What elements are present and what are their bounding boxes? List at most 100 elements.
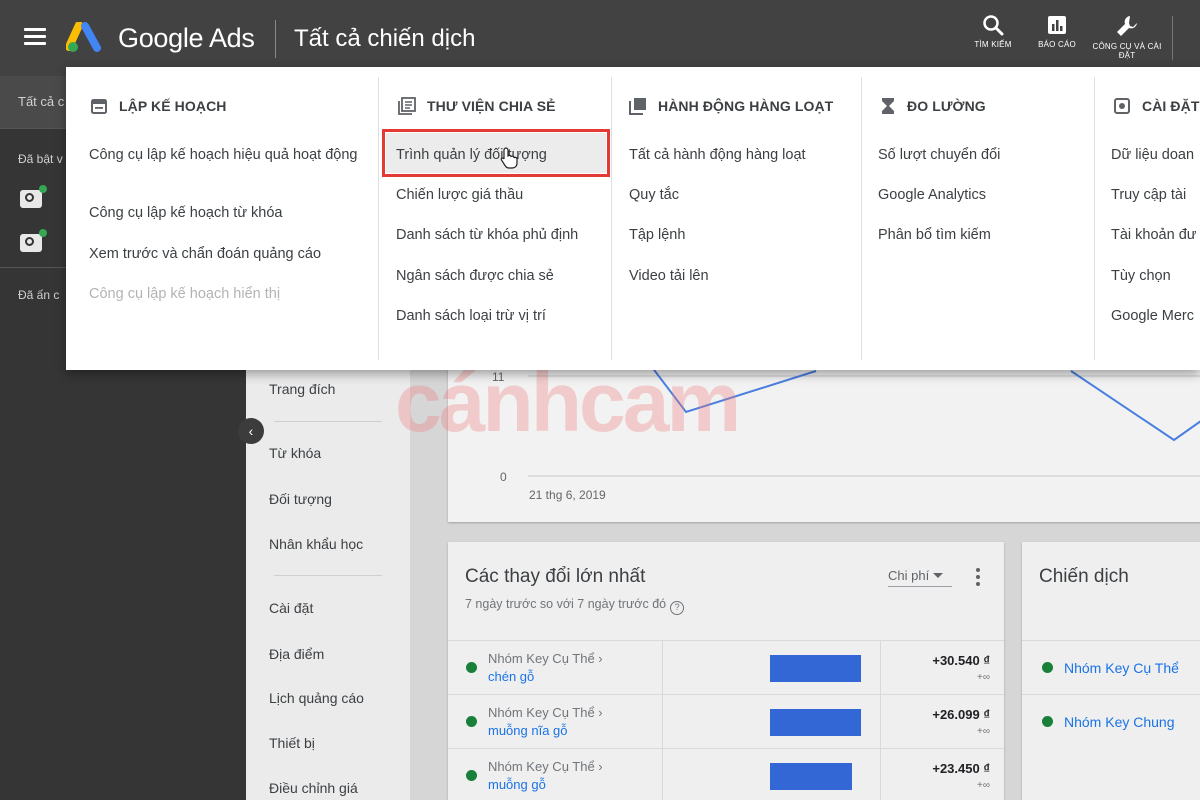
menu-item-rules[interactable]: Quy tắc [629, 186, 679, 204]
menu-item-display-planner: Công cụ lập kế hoạch hiển thị [89, 286, 281, 302]
column-divider [861, 77, 862, 360]
biggest-changes-card: Các thay đổi lớn nhất 7 ngày trước so vớ… [448, 542, 1004, 800]
search-button[interactable]: TÌM KIẾM [958, 14, 1028, 49]
campaign-row-name[interactable]: Nhóm Key Cụ Thể [1064, 660, 1179, 676]
page-nav-settings[interactable]: Cài đặt [269, 600, 313, 616]
page-nav-devices[interactable]: Thiết bị [269, 735, 315, 751]
campaign-row[interactable]: Nhóm Key Chung [1022, 694, 1200, 748]
shared-library-heading: THƯ VIỆN CHIA SẺ [398, 97, 556, 115]
y-tick-bottom: 0 [500, 470, 507, 484]
setup-heading-text: CÀI ĐẶT [1142, 98, 1200, 114]
chart-series-line [1070, 370, 1200, 442]
change-row[interactable]: Nhóm Key Cụ Thể › muỗng nĩa gỗ +26.099 ₫… [448, 694, 1004, 749]
menu-item-ad-preview[interactable]: Xem trước và chẩn đoán quảng cáo [89, 245, 321, 263]
menu-item-keyword-planner[interactable]: Công cụ lập kế hoạch từ khóa [89, 204, 283, 222]
campaign-search-icon[interactable] [20, 229, 47, 252]
status-enabled-icon [466, 662, 477, 673]
more-options-icon[interactable] [976, 568, 980, 589]
reports-label: BÁO CÁO [1038, 40, 1076, 49]
status-enabled-icon [466, 716, 477, 727]
collapse-menu-button[interactable]: ‹ [238, 418, 264, 444]
menu-item-preferences[interactable]: Tùy chọn [1111, 267, 1171, 285]
header-right-divider [1172, 16, 1173, 60]
menu-item-placement-exclusion-lists[interactable]: Danh sách loại trừ vị trí [396, 307, 546, 325]
page-nav-demographics[interactable]: Nhân khẩu học [269, 536, 363, 552]
enabled-section-label: Đã bật v [18, 152, 63, 166]
menu-item-shared-budgets[interactable]: Ngân sách được chia sẻ [396, 267, 554, 285]
sort-metric-value: Chi phí [888, 568, 930, 583]
change-percent: +∞ [977, 726, 990, 737]
change-row-path: Nhóm Key Cụ Thể › [488, 759, 603, 774]
menu-item-google-merchant-center[interactable]: Google Merc [1111, 307, 1194, 325]
page-nav-keywords[interactable]: Từ khóa [269, 445, 321, 461]
change-row-path: Nhóm Key Cụ Thể › [488, 705, 603, 720]
reports-button[interactable]: BÁO CÁO [1022, 14, 1092, 49]
campaign-row-name[interactable]: Nhóm Key Chung [1064, 714, 1175, 730]
change-value: +26.099 ₫ [932, 707, 990, 722]
change-row-path: Nhóm Key Cụ Thể › [488, 651, 603, 666]
google-ads-logo-icon [66, 22, 101, 52]
change-bar [770, 655, 861, 682]
change-row-name[interactable]: muỗng gỗ [488, 777, 546, 792]
measurement-heading: ĐO LƯỜNG [880, 97, 986, 115]
hourglass-icon [882, 98, 894, 114]
menu-item-performance-planner[interactable]: Công cụ lập kế hoạch hiệu quả hoạt động [89, 146, 369, 164]
campaign-row[interactable]: Nhóm Key Cụ Thể [1022, 640, 1200, 694]
biggest-changes-subtitle: 7 ngày trước so với 7 ngày trước đó? [465, 597, 685, 615]
shared-library-heading-text: THƯ VIỆN CHIA SẺ [427, 98, 556, 114]
product-name: Google Ads [118, 23, 255, 53]
copy-icon [629, 98, 646, 115]
top-app-bar: Google Ads Tất cả chiến dịch TÌM KIẾM BÁ… [0, 0, 1200, 76]
planning-heading-text: LẬP KẾ HOẠCH [119, 98, 227, 114]
menu-item-video-uploads[interactable]: Video tải lên [629, 267, 709, 285]
change-value: +23.450 ₫ [932, 761, 990, 776]
change-row-name[interactable]: chén gỗ [488, 669, 534, 684]
campaigns-card: Chiến dịch Nhóm Key Cụ Thể Nhóm Key Chun… [1022, 542, 1200, 800]
help-icon[interactable]: ? [670, 601, 685, 615]
menu-item-account-access[interactable]: Truy cập tài [1111, 186, 1186, 204]
menu-item-google-analytics[interactable]: Google Analytics [878, 186, 986, 204]
change-value: +30.540 ₫ [932, 653, 990, 668]
all-campaigns-label[interactable]: Tất cả c [18, 94, 64, 109]
menu-item-linked-accounts[interactable]: Tài khoản đư [1111, 226, 1196, 244]
planning-heading: LẬP KẾ HOẠCH [90, 97, 227, 115]
change-row-name[interactable]: muỗng nĩa gỗ [488, 723, 568, 738]
measurement-heading-text: ĐO LƯỜNG [907, 98, 986, 114]
menu-item-scripts[interactable]: Tập lệnh [629, 226, 685, 244]
column-divider [880, 695, 881, 749]
change-percent: +∞ [977, 672, 990, 683]
page-nav-divider [274, 421, 382, 422]
search-label: TÌM KIẾM [974, 40, 1012, 49]
page-nav-landing-pages[interactable]: Trang đích [269, 381, 335, 397]
change-row[interactable]: Nhóm Key Cụ Thể › chén gỗ +30.540 ₫ +∞ [448, 640, 1004, 695]
menu-item-bid-strategies[interactable]: Chiến lược giá thầu [396, 186, 523, 204]
column-divider [1094, 77, 1095, 360]
menu-item-all-bulk-actions[interactable]: Tất cả hành động hàng loạt [629, 146, 806, 164]
status-enabled-icon [1042, 716, 1053, 727]
bulk-actions-heading-text: HÀNH ĐỘNG HÀNG LOẠT [658, 98, 834, 114]
sort-metric-dropdown[interactable]: Chi phí [888, 568, 952, 587]
column-divider [662, 641, 663, 695]
page-nav-locations[interactable]: Địa điểm [269, 646, 324, 662]
library-icon [398, 97, 416, 115]
menu-icon[interactable] [24, 28, 46, 46]
column-divider [611, 77, 612, 360]
column-divider [378, 77, 379, 360]
campaign-search-icon[interactable] [20, 185, 47, 208]
menu-item-search-attribution[interactable]: Phân bổ tìm kiếm [878, 226, 991, 244]
tools-settings-label: CÔNG CỤ VÀ CÀI ĐẶT [1092, 42, 1162, 60]
change-row[interactable]: Nhóm Key Cụ Thể › muỗng gỗ +23.450 ₫ +∞ [448, 748, 1004, 800]
x-axis-date-label: 21 thg 6, 2019 [529, 488, 606, 502]
calendar-icon [91, 99, 107, 114]
menu-item-business-data[interactable]: Dữ liệu doan [1111, 146, 1194, 164]
menu-item-negative-keyword-lists[interactable]: Danh sách từ khóa phủ định [396, 226, 578, 244]
page-nav-bid-adjustments[interactable]: Điều chỉnh giá [269, 780, 358, 796]
page-nav-audiences[interactable]: Đối tượng [269, 491, 332, 507]
settings-icon [1114, 98, 1130, 114]
page-nav-ad-schedule[interactable]: Lịch quảng cáo [269, 690, 364, 706]
tools-settings-button[interactable]: CÔNG CỤ VÀ CÀI ĐẶT [1092, 14, 1162, 60]
menu-item-conversions[interactable]: Số lượt chuyển đổi [878, 146, 1000, 164]
header-divider [275, 20, 276, 58]
campaigns-card-title: Chiến dịch [1039, 566, 1129, 587]
change-bar [770, 709, 861, 736]
